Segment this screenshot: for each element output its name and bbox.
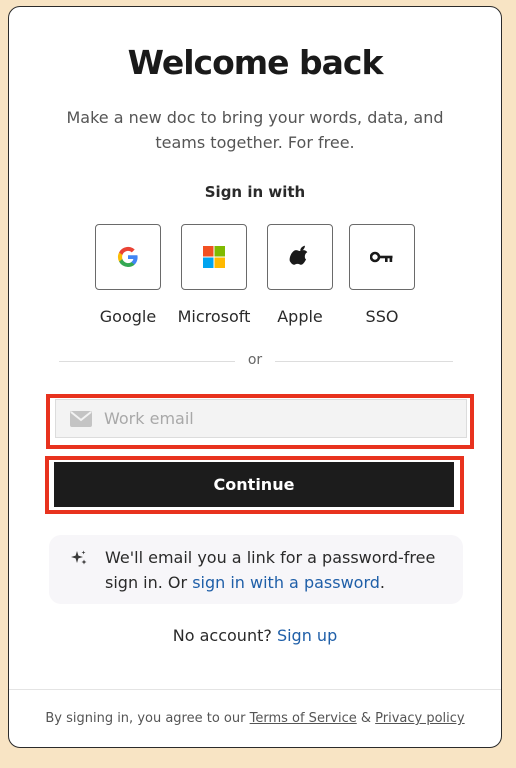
sso-label: SSO: [365, 307, 399, 326]
legal-footer: By signing in, you agree to our Terms of…: [9, 711, 501, 726]
footer-amp: &: [360, 711, 372, 726]
privacy-policy-link[interactable]: Privacy policy: [375, 711, 464, 726]
google-icon: [117, 246, 138, 268]
envelope-icon: [70, 410, 92, 427]
sign-up-link[interactable]: Sign up: [277, 626, 337, 645]
signup-prompt: No account? Sign up: [9, 626, 501, 645]
sso-signin-button[interactable]: [349, 224, 415, 290]
microsoft-label: Microsoft: [177, 307, 251, 326]
sign-in-with-password-link[interactable]: sign in with a password: [192, 573, 380, 592]
passwordless-info-box: We'll email you a link for a password-fr…: [49, 535, 463, 604]
email-input[interactable]: [102, 408, 436, 429]
divider-right: [275, 361, 453, 362]
apple-icon: [289, 245, 308, 265]
footer-prefix: By signing in, you agree to our: [45, 711, 246, 726]
footer-divider: [9, 689, 501, 690]
email-field-container[interactable]: [55, 399, 467, 438]
terms-of-service-link[interactable]: Terms of Service: [250, 711, 357, 726]
no-account-text: No account?: [172, 626, 272, 645]
passwordless-info-text: We'll email you a link for a password-fr…: [105, 545, 455, 595]
apple-signin-button[interactable]: [267, 224, 333, 290]
sign-in-with-label: Sign in with: [204, 183, 306, 201]
login-card: Welcome back Make a new doc to bring you…: [8, 6, 502, 748]
microsoft-signin-button[interactable]: [181, 224, 247, 290]
sparkle-icon: [71, 550, 87, 565]
page-subtitle: Make a new doc to bring your words, data…: [66, 108, 444, 152]
google-label: Google: [99, 307, 157, 326]
google-signin-button[interactable]: [95, 224, 161, 290]
divider-or: or: [247, 352, 263, 368]
microsoft-icon: [203, 246, 225, 268]
continue-button[interactable]: Continue: [54, 462, 454, 507]
key-icon: [370, 251, 393, 263]
info-suffix: .: [379, 573, 385, 592]
page-title: Welcome back: [127, 43, 384, 82]
